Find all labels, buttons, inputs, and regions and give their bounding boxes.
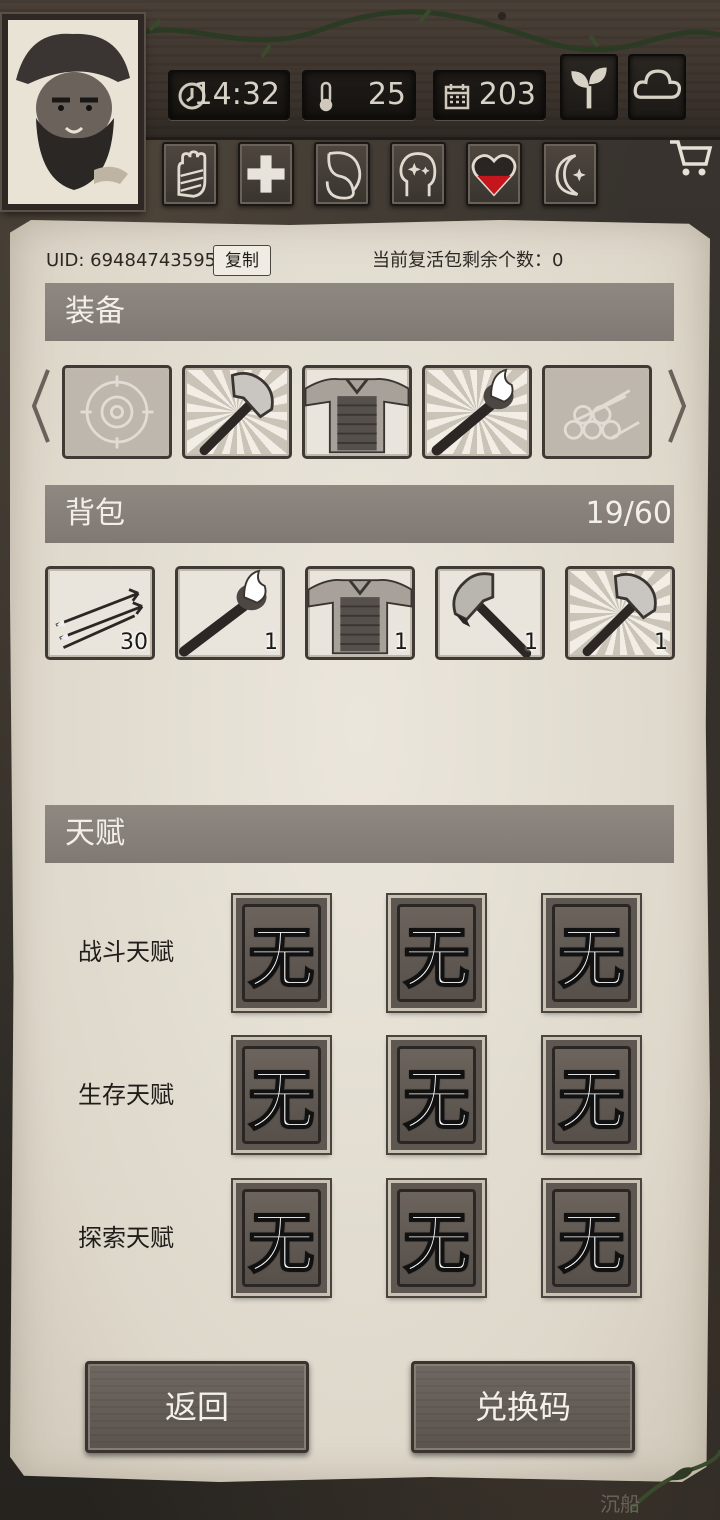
clock-display: 14:32 — [168, 70, 290, 120]
backpack-capacity: 19/60 — [585, 496, 672, 531]
thermometer-icon — [319, 81, 333, 112]
revive-pack-count: 当前复活包剩余个数：0 — [372, 250, 564, 271]
equipment-header: 装备 — [45, 283, 674, 341]
bearded-survivor-icon — [8, 20, 138, 204]
talent-none: 无 — [558, 1203, 626, 1283]
equipment-title: 装备 — [65, 294, 125, 329]
uid-text: UID: 694847435956 — [46, 250, 228, 271]
cross-icon — [247, 155, 285, 193]
survival-talent-slot-2[interactable]: 无 — [388, 1037, 485, 1153]
mind-status-button[interactable] — [390, 142, 446, 206]
stomach-status-button[interactable] — [314, 142, 370, 206]
logs-icon — [563, 389, 640, 440]
backpack-slot-arrows[interactable]: 30 — [45, 566, 155, 660]
talent-none: 无 — [558, 1060, 626, 1140]
moon-icon — [555, 154, 586, 196]
calendar-icon — [444, 84, 470, 110]
chevron-left-icon — [31, 369, 50, 443]
bandaged-hand-icon — [177, 150, 207, 198]
back-button[interactable]: 返回 — [85, 1361, 309, 1453]
temperature-display: 25 — [302, 70, 416, 120]
exploration-talent-slot-2[interactable]: 无 — [388, 1180, 485, 1296]
talents-title: 天赋 — [65, 816, 125, 851]
temperature-value: 25 — [367, 77, 406, 112]
combat-talent-slot-3[interactable]: 无 — [543, 895, 640, 1011]
survival-talent-slot-3[interactable]: 无 — [543, 1037, 640, 1153]
backpack-slot-armor[interactable]: 1 — [305, 566, 415, 660]
heart-icon — [471, 154, 517, 197]
copy-uid-button[interactable]: 复制 — [213, 245, 271, 276]
item-count: 30 — [120, 630, 148, 655]
bandage-status-button[interactable] — [162, 142, 218, 206]
exploration-talent-label: 探索天赋 — [78, 1224, 174, 1252]
character-portrait[interactable] — [2, 14, 144, 210]
backpack-slot-bloody-axe[interactable]: 1 — [435, 566, 545, 660]
sleep-status-button[interactable] — [542, 142, 598, 206]
target-icon — [80, 375, 154, 449]
equipment-slot-axe[interactable] — [182, 365, 292, 459]
exploration-talent-slot-1[interactable]: 无 — [233, 1180, 330, 1296]
shop-cart-icon[interactable] — [666, 136, 714, 180]
sprout-button[interactable] — [560, 54, 618, 120]
axe-icon — [199, 371, 274, 456]
equipment-slot-material-empty[interactable] — [542, 365, 652, 459]
item-count: 1 — [394, 630, 408, 655]
survival-talent-slot-1[interactable]: 无 — [233, 1037, 330, 1153]
combat-talent-slot-2[interactable]: 无 — [388, 895, 485, 1011]
cloud-icon — [633, 69, 682, 99]
watermark-text: 沉船 — [600, 1492, 640, 1516]
day-value: 203 — [478, 77, 536, 112]
equipment-prev-arrow[interactable] — [28, 366, 52, 446]
talent-none: 无 — [248, 1203, 316, 1283]
equipment-slot-weapon-empty[interactable] — [62, 365, 172, 459]
equipment-slot-armor[interactable] — [302, 365, 412, 459]
exploration-talent-slot-3[interactable]: 无 — [543, 1180, 640, 1296]
combat-talent-slot-1[interactable]: 无 — [233, 895, 330, 1011]
backpack-slot-axe[interactable]: 1 — [565, 566, 675, 660]
stomach-icon — [325, 151, 362, 200]
combat-talent-label: 战斗天赋 — [78, 938, 174, 966]
redeem-code-button[interactable]: 兑换码 — [411, 1361, 635, 1453]
talents-header: 天赋 — [45, 805, 674, 863]
talent-none: 无 — [403, 1203, 471, 1283]
chevron-right-icon — [668, 369, 687, 443]
head-sparkle-icon — [399, 152, 437, 197]
day-display: 203 — [433, 70, 546, 120]
talent-none: 无 — [403, 918, 471, 998]
torch-icon — [431, 368, 514, 456]
time-value: 14:32 — [193, 77, 280, 112]
backpack-header: 背包 19/60 — [45, 485, 674, 543]
health-status-button[interactable] — [238, 142, 294, 206]
survival-talent-label: 生存天赋 — [78, 1081, 174, 1109]
heart-status-button[interactable] — [466, 142, 522, 206]
item-count: 1 — [524, 630, 538, 655]
equipment-slot-torch[interactable] — [422, 365, 532, 459]
talent-none: 无 — [248, 1060, 316, 1140]
weather-button[interactable] — [628, 54, 686, 120]
item-count: 1 — [654, 630, 668, 655]
item-count: 1 — [264, 630, 278, 655]
vine-decoration — [630, 1449, 720, 1512]
backpack-title: 背包 — [65, 496, 125, 531]
backpack-slot-torch[interactable]: 1 — [175, 566, 285, 660]
talent-none: 无 — [248, 918, 316, 998]
talent-none: 无 — [558, 918, 626, 998]
sprout-icon — [571, 67, 607, 109]
equipment-next-arrow[interactable] — [666, 366, 690, 446]
chest-armor-icon — [305, 378, 409, 454]
talent-none: 无 — [403, 1060, 471, 1140]
